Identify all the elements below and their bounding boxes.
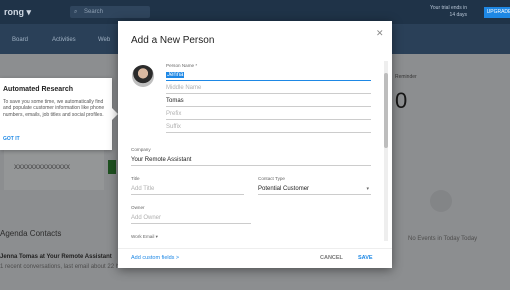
got-it-button[interactable]: GOT IT	[3, 136, 20, 142]
search-input[interactable]: ⌕ Search	[70, 6, 150, 18]
app-logo[interactable]: rong ▾	[4, 7, 31, 18]
tooltip-title: Automated Research	[3, 86, 74, 93]
modal-title: Add a New Person	[131, 35, 215, 46]
add-person-modal: Add a New Person ✕ Person Name * Jenna M…	[118, 21, 392, 268]
trial-line-1: Your trial ends in	[430, 5, 468, 11]
owner-field[interactable]: Add Owner	[131, 213, 251, 224]
title-label: Title	[131, 176, 140, 181]
automated-research-tooltip: Automated Research To save you some time…	[0, 78, 118, 150]
company-field[interactable]: Your Remote Assistant	[131, 155, 371, 166]
title-field[interactable]: Add Title	[131, 184, 244, 195]
chevron-down-icon: ▾	[366, 186, 369, 192]
tooltip-body: To save you some time, we automatically …	[3, 99, 105, 118]
person-name-label: Person Name *	[166, 63, 198, 68]
nav-item-board[interactable]: Board	[12, 37, 28, 43]
prefix-field[interactable]: Prefix	[166, 109, 371, 120]
first-name-field[interactable]: Jenna	[166, 70, 371, 81]
middle-name-field[interactable]: Middle Name	[166, 83, 371, 94]
upgrade-button[interactable]: UPGRADE	[484, 7, 510, 18]
avatar[interactable]	[132, 65, 154, 87]
save-button[interactable]: SAVE	[358, 255, 373, 261]
nav-item-web[interactable]: Web	[98, 37, 110, 43]
contact-type-value: Potential Customer	[258, 186, 310, 192]
close-icon[interactable]: ✕	[376, 28, 384, 39]
scrollbar-thumb[interactable]	[384, 73, 388, 148]
trial-line-2: 14 days	[449, 12, 468, 18]
add-custom-fields-link[interactable]: Add custom fields >	[131, 255, 179, 261]
nav-item-activities[interactable]: Activities	[52, 37, 76, 43]
contact-type-label: Contact Type	[258, 176, 285, 181]
modal-scrollbar[interactable]	[384, 61, 388, 241]
search-placeholder: Search	[84, 9, 104, 15]
search-icon: ⌕	[74, 9, 78, 15]
contact-type-select[interactable]: Potential Customer ▾	[258, 184, 371, 195]
last-name-field[interactable]: Tomas	[166, 96, 371, 107]
suffix-field[interactable]: Suffix	[166, 122, 371, 133]
first-name-value: Jenna	[166, 72, 185, 78]
owner-label: Owner	[131, 205, 145, 210]
modal-footer: Add custom fields > CANCEL SAVE	[118, 248, 392, 269]
trial-notice: Your trial ends in 14 days	[430, 5, 467, 19]
cancel-button[interactable]: CANCEL	[320, 255, 343, 261]
company-label: Company	[131, 147, 151, 152]
work-email-label[interactable]: Work Email ▾	[131, 234, 158, 240]
